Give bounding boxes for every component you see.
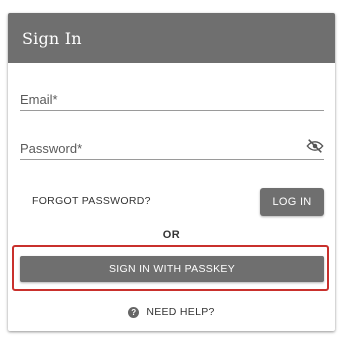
help-icon: ? xyxy=(128,306,140,318)
need-help-link[interactable]: ? NEED HELP? xyxy=(8,306,335,318)
password-field-container xyxy=(20,137,324,160)
password-field[interactable] xyxy=(20,137,300,159)
or-divider: OR xyxy=(162,229,181,241)
need-help-label: NEED HELP? xyxy=(146,306,215,318)
eye-off-icon[interactable] xyxy=(306,139,324,153)
sign-in-card: Sign In FORGOT PASSWORD? LOG IN OR SIGN … xyxy=(8,13,335,331)
sign-in-with-passkey-button[interactable]: SIGN IN WITH PASSKEY xyxy=(20,256,324,282)
login-button[interactable]: LOG IN xyxy=(260,188,324,216)
email-field[interactable] xyxy=(20,88,324,110)
forgot-password-link[interactable]: FORGOT PASSWORD? xyxy=(32,195,151,207)
card-header: Sign In xyxy=(8,13,335,63)
email-field-container xyxy=(20,88,324,111)
page-title: Sign In xyxy=(22,28,82,48)
